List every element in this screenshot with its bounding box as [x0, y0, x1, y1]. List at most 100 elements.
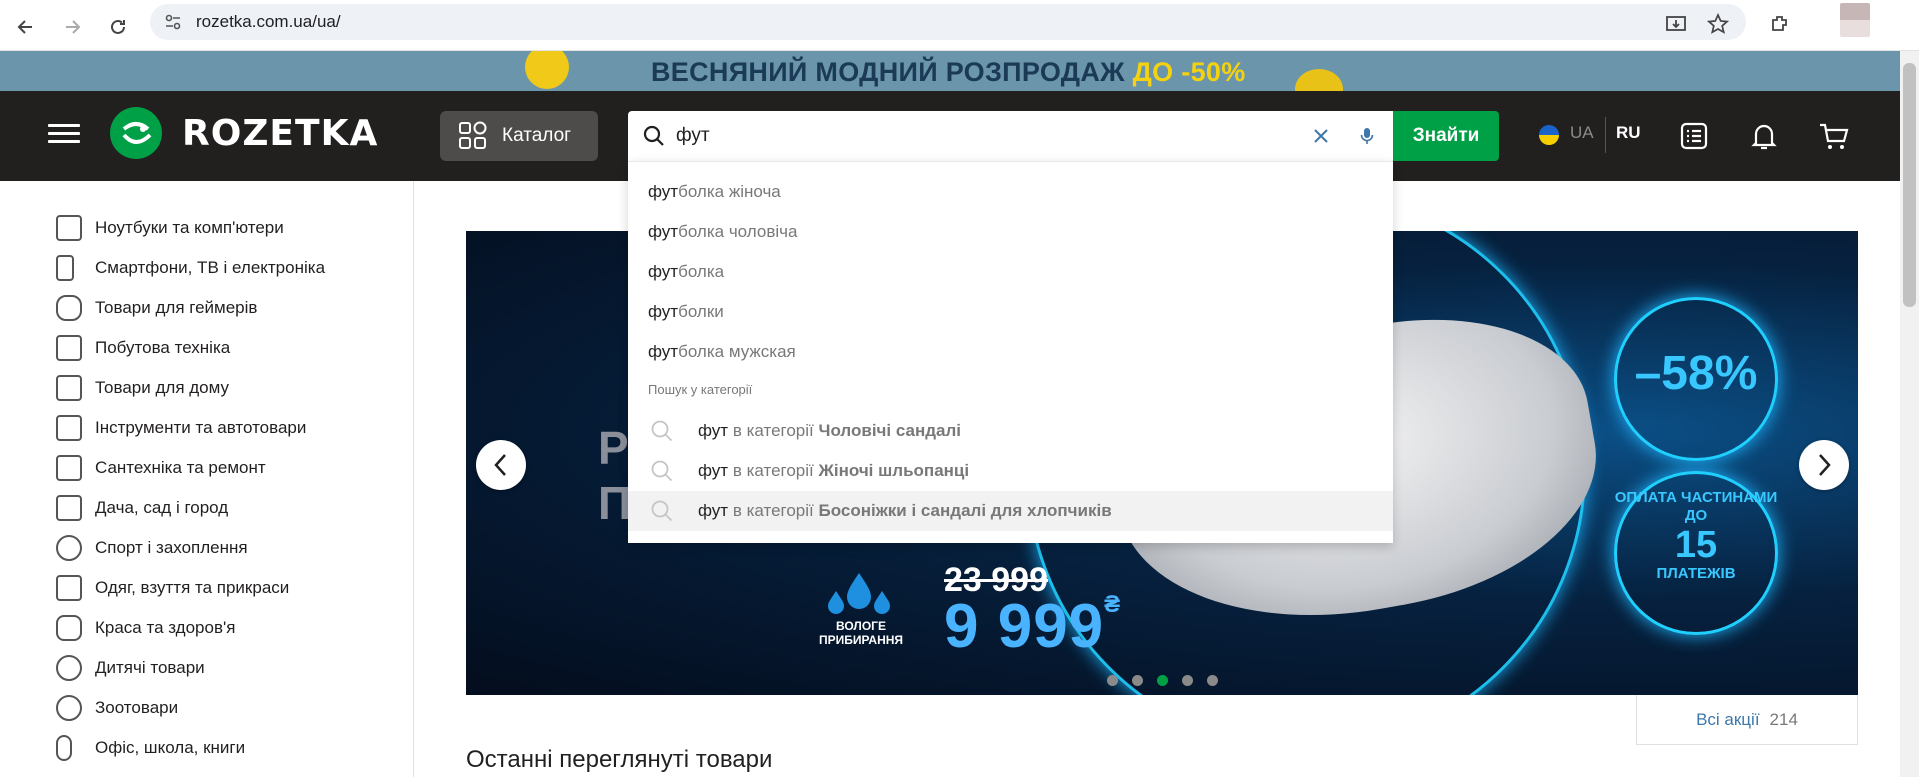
category-query: фут — [698, 421, 729, 440]
slider-dot[interactable] — [1132, 675, 1143, 686]
suggestion-query: фут — [648, 182, 679, 201]
orders-list-icon[interactable] — [1677, 119, 1711, 153]
category-suggestion[interactable]: фут в категорії Чоловічі сандалі — [628, 411, 1393, 451]
racket-icon — [56, 535, 82, 561]
suggestion-rest: болки — [678, 302, 724, 321]
sidebar-item-laptops[interactable]: Ноутбуки та комп'ютери — [56, 208, 284, 248]
slider-dot[interactable] — [1207, 675, 1218, 686]
sidebar-item-label: Зоотовари — [95, 698, 179, 717]
sidebar-item-plumbing[interactable]: Сантехніка та ремонт — [56, 448, 266, 488]
sidebar-item-kids[interactable]: Дитячі товари — [56, 648, 205, 688]
sidebar-item-pets[interactable]: Зоотовари — [56, 688, 178, 728]
category-name: Жіночі шльопанці — [818, 461, 970, 480]
recently-viewed-title: Останні переглянуті товари — [466, 746, 773, 773]
search-button[interactable]: Знайти — [1393, 111, 1499, 161]
new-price-value: 9 999 — [944, 592, 1105, 661]
installments-badge: ОПЛАТА ЧАСТИНАМИ ДО 15 ПЛАТЕЖІВ — [1614, 489, 1778, 583]
sidebar-item-home[interactable]: Товари для дому — [56, 368, 229, 408]
search-icon — [643, 125, 664, 146]
sidebar-item-label: Сантехніка та ремонт — [95, 458, 266, 477]
browser-toolbar: rozetka.com.ua/ua/ — [0, 0, 1919, 51]
sidebar-item-smartphones[interactable]: Смартфони, ТВ і електроніка — [56, 248, 325, 288]
sidebar-item-label: Дача, сад і город — [95, 498, 229, 517]
profile-avatar[interactable] — [1840, 3, 1870, 37]
site-settings-icon[interactable] — [164, 13, 182, 31]
menu-icon[interactable] — [48, 119, 80, 151]
chevron-right-icon — [1819, 454, 1831, 476]
slider-prev-button[interactable] — [476, 440, 526, 490]
sidebar-item-label: Офіс, школа, книги — [95, 738, 246, 757]
all-promos-count: 214 — [1769, 709, 1798, 729]
sidebar-item-label: Одяг, взуття та прикраси — [95, 578, 290, 597]
clear-search-icon[interactable] — [1308, 123, 1334, 149]
suggestion-query: фут — [648, 222, 679, 241]
teddy-bear-icon — [56, 655, 82, 681]
category-suggestion[interactable]: фут в категорії Жіночі шльопанці — [628, 451, 1393, 491]
lang-ua[interactable]: UA — [1570, 123, 1594, 143]
slider-dots[interactable] — [1107, 675, 1218, 686]
installments-line1: ОПЛАТА ЧАСТИНАМИ ДО — [1614, 489, 1778, 524]
suggestion-item[interactable]: фут болка — [648, 258, 724, 286]
category-suggestion[interactable]: фут в категорії Босоніжки і сандалі для … — [628, 491, 1393, 531]
sidebar-item-label: Ноутбуки та комп'ютери — [95, 218, 284, 237]
suggestion-item[interactable]: фут болка мужская — [648, 338, 796, 366]
search-icon — [651, 420, 673, 442]
installments-number: 15 — [1674, 524, 1718, 566]
sidebar-item-tools[interactable]: Інструменти та автотовари — [56, 408, 306, 448]
gamepad-icon — [56, 295, 82, 321]
suggestion-item[interactable]: фут болка жіноча — [648, 178, 781, 206]
extensions-icon[interactable] — [1764, 8, 1796, 40]
sidebar-item-office[interactable]: Офіс, школа, книги — [56, 728, 245, 768]
lang-ru[interactable]: RU — [1616, 123, 1641, 143]
bookmark-star-icon[interactable] — [1702, 8, 1734, 40]
garden-tools-icon — [56, 495, 82, 521]
in-category-label: в категорії — [732, 421, 814, 440]
category-query: фут — [698, 501, 729, 520]
category-search-heading: Пошук у категорії — [648, 382, 753, 397]
sidebar-item-garden[interactable]: Дача, сад і город — [56, 488, 228, 528]
catalog-button[interactable]: Каталог — [440, 111, 598, 161]
water-drops-icon — [828, 573, 890, 614]
all-promos-link[interactable]: Всі акції 214 — [1636, 695, 1858, 745]
reload-icon[interactable] — [100, 9, 136, 45]
bathtub-icon — [56, 455, 82, 481]
sidebar-item-appliances[interactable]: Побутова техніка — [56, 328, 230, 368]
search-icon — [651, 500, 673, 522]
installments-line2: ПЛАТЕЖІВ — [1656, 565, 1736, 582]
category-name: Босоніжки і сандалі для хлопчиків — [818, 501, 1112, 520]
laptop-icon — [56, 215, 82, 241]
paw-icon — [56, 695, 82, 721]
page-scrollbar[interactable] — [1900, 51, 1919, 777]
search-input[interactable] — [676, 119, 1316, 153]
forward-icon[interactable] — [54, 9, 90, 45]
sidebar-item-gamers[interactable]: Товари для геймерів — [56, 288, 257, 328]
in-category-label: в категорії — [732, 501, 814, 520]
sidebar-item-clothing[interactable]: Одяг, взуття та прикраси — [56, 568, 289, 608]
notifications-bell-icon[interactable] — [1747, 119, 1781, 153]
lang-separator — [1605, 117, 1606, 153]
search-box[interactable] — [628, 111, 1393, 161]
catalog-grid-icon — [458, 121, 488, 151]
washing-machine-icon — [56, 335, 82, 361]
cart-icon[interactable] — [1817, 119, 1851, 153]
address-bar[interactable]: rozetka.com.ua/ua/ — [150, 4, 1746, 40]
sidebar-item-sport[interactable]: Спорт і захоплення — [56, 528, 248, 568]
slider-dot[interactable] — [1182, 675, 1193, 686]
slider-dot-active[interactable] — [1157, 675, 1168, 686]
suggestion-item[interactable]: фут болки — [648, 298, 724, 326]
promo-highlight: ДО -50% — [1132, 57, 1246, 87]
back-icon[interactable] — [8, 9, 44, 45]
promo-banner[interactable]: ВЕСНЯНИЙ МОДНИЙ РОЗПРОДАЖ ДО -50% — [0, 51, 1900, 91]
url-text[interactable]: rozetka.com.ua/ua/ — [196, 12, 341, 32]
slider-next-button[interactable] — [1799, 440, 1849, 490]
search-suggestions-dropdown: фут болка жіноча фут болка чоловіча фут бол… — [628, 161, 1393, 543]
suggestion-item[interactable]: фут болка чоловіча — [648, 218, 797, 246]
install-app-icon[interactable] — [1660, 8, 1692, 40]
logo-smile-icon — [110, 107, 162, 159]
slider-dot[interactable] — [1107, 675, 1118, 686]
logo[interactable]: ROZETKA — [110, 107, 378, 159]
scrollbar-thumb[interactable] — [1903, 63, 1916, 307]
microphone-icon[interactable] — [1354, 123, 1380, 149]
sidebar-item-label: Дитячі товари — [95, 658, 205, 677]
sidebar-item-beauty[interactable]: Краса та здоров'я — [56, 608, 235, 648]
